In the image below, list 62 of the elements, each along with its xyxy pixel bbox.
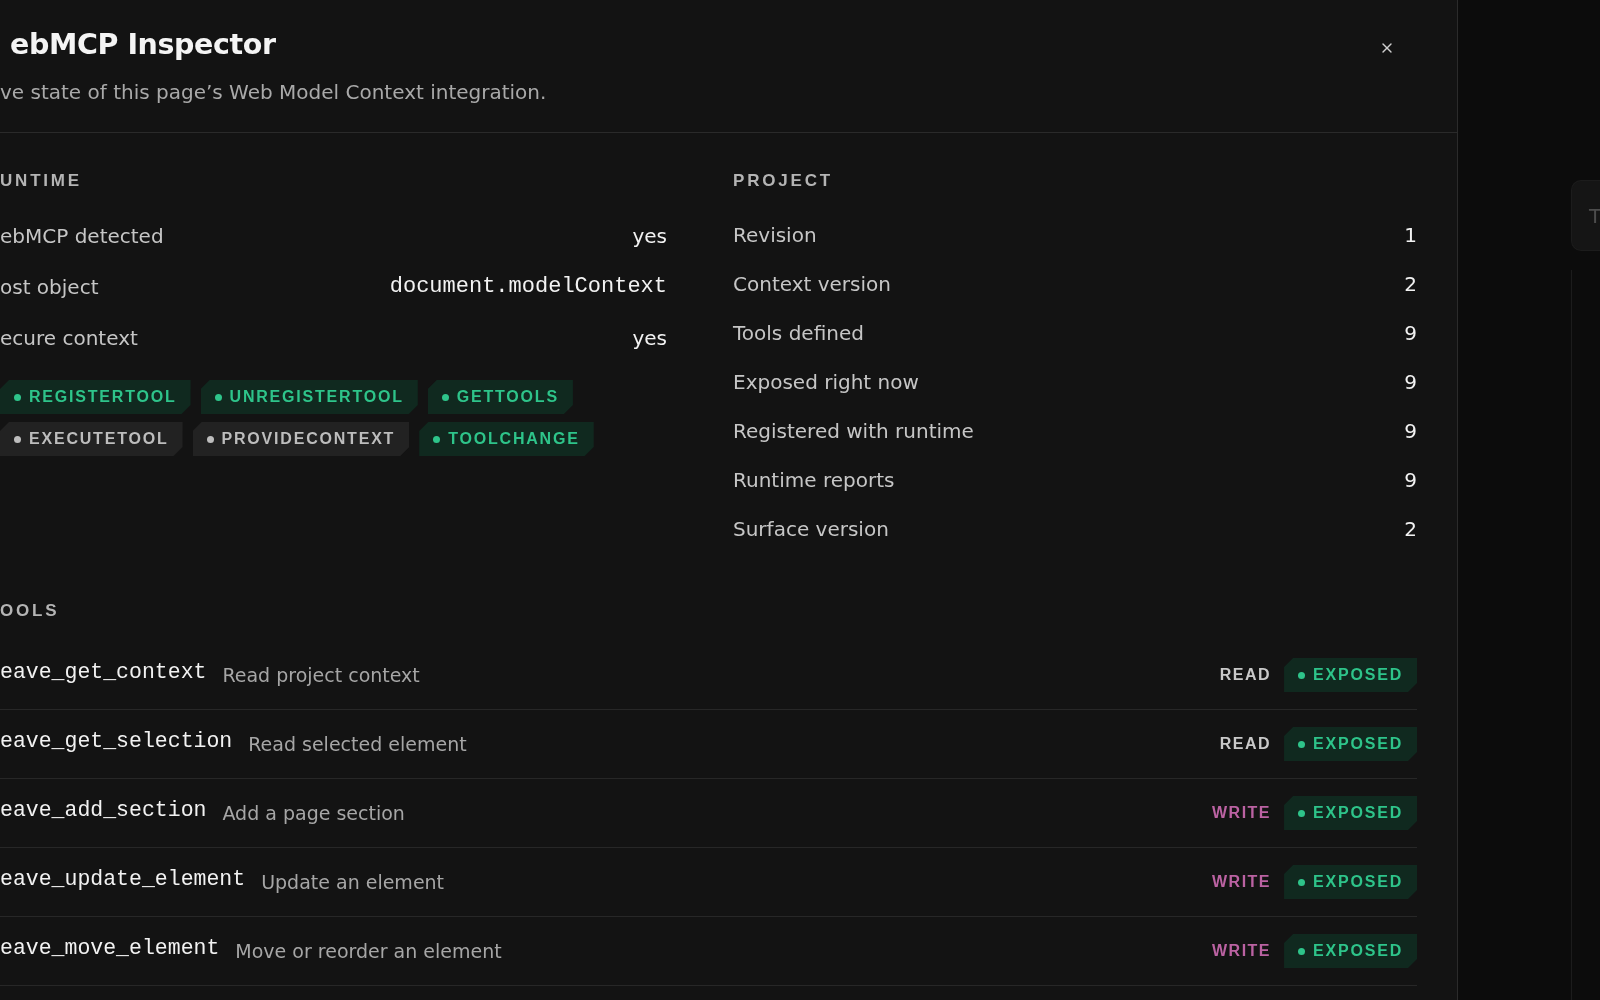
tool-description: Read selected element <box>248 733 467 755</box>
section-heading: PROJECT <box>733 170 833 192</box>
status-dot-icon <box>1298 947 1306 955</box>
status-dot-icon <box>1298 740 1306 748</box>
project-label: Exposed right now <box>733 369 919 394</box>
status-dot-icon <box>1298 878 1306 886</box>
project-value: 9 <box>1404 320 1417 345</box>
runtime-label: ecure context <box>0 325 138 350</box>
status-dot-icon <box>214 393 222 401</box>
access-label: WRITE <box>1212 873 1272 891</box>
status-dot-icon <box>206 435 214 443</box>
access-label: WRITE <box>1212 942 1272 960</box>
project-label: Registered with runtime <box>733 418 974 443</box>
project-label: Context version <box>733 271 891 296</box>
capability-tag: UNREGISTERTOOL <box>200 380 418 414</box>
project-label: Tools defined <box>733 320 864 345</box>
project-value: 9 <box>1404 369 1417 394</box>
runtime-value: yes <box>632 223 667 248</box>
runtime-label: ebMCP detected <box>0 223 164 248</box>
tool-description: Add a page section <box>222 802 405 824</box>
status-tag: EXPOSED <box>1284 727 1417 761</box>
status-tag: EXPOSED <box>1284 865 1417 899</box>
status-dot-icon <box>14 393 21 401</box>
tool-name: eave_get_selection <box>0 729 233 753</box>
panel-subtitle: ve state of this page’s Web Model Context integration. <box>0 80 547 104</box>
project-value: 2 <box>1404 516 1417 541</box>
capability-tag: GETTOOLS <box>427 380 573 414</box>
project-value: 9 <box>1404 418 1417 443</box>
access-label: READ <box>1219 735 1272 753</box>
access-label: WRITE <box>1212 804 1272 822</box>
project-value: 1 <box>1404 222 1417 247</box>
status-dot-icon <box>1298 809 1306 817</box>
status-dot-icon <box>433 435 441 443</box>
status-tag: EXPOSED <box>1284 796 1417 830</box>
capability-tag: TOOLCHANGE <box>419 422 594 456</box>
section-heading: UNTIME <box>0 170 82 192</box>
project-value: 9 <box>1404 467 1417 492</box>
tool-name: eave_update_element <box>0 867 246 891</box>
section-heading: OOLS <box>0 600 60 622</box>
panel-title: ebMCP Inspector <box>10 27 276 63</box>
project-label: Surface version <box>733 516 889 541</box>
capability-tag: REGISTERTOOL <box>0 380 191 414</box>
status-dot-icon <box>1298 671 1306 679</box>
project-label: Runtime reports <box>733 467 895 492</box>
runtime-value: yes <box>632 325 667 350</box>
status-dot-icon <box>14 435 21 443</box>
tool-name: eave_move_element <box>0 936 220 960</box>
tool-description: Update an element <box>261 871 445 893</box>
capability-tag: PROVIDECONTEXT <box>192 422 410 456</box>
status-tag: EXPOSED <box>1284 658 1417 692</box>
status-tag: EXPOSED <box>1284 934 1417 968</box>
tool-description: Read project context <box>222 664 420 686</box>
runtime-label: ost object <box>0 274 99 299</box>
runtime-code-value: document.modelContext <box>389 274 667 299</box>
access-label: READ <box>1219 666 1272 684</box>
project-value: 2 <box>1404 271 1417 296</box>
capability-tag: EXECUTETOOL <box>0 422 183 456</box>
tool-name: eave_add_section <box>0 798 207 822</box>
status-dot-icon <box>441 393 449 401</box>
tool-name: eave_get_context <box>0 660 207 684</box>
project-label: Revision <box>733 222 817 247</box>
tool-description: Move or reorder an element <box>235 940 502 962</box>
